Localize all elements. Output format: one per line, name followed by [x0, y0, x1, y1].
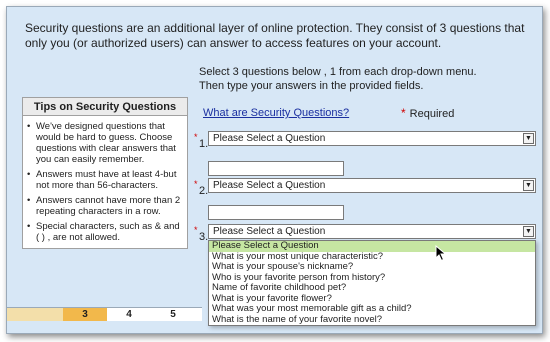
tip-item: Special characters, such as & and ( ) , …	[27, 221, 183, 243]
answer-1-input[interactable]	[208, 161, 344, 176]
pager-step-3[interactable]: 3	[63, 308, 107, 321]
question-3-number: * 3.	[194, 225, 209, 243]
answer-2-input[interactable]	[208, 205, 344, 220]
dropdown-arrow-icon: ▼	[523, 133, 534, 144]
tip-item: Answers cannot have more than 2 repeatin…	[27, 195, 183, 217]
question-1-select[interactable]: Please Select a Question ▼	[208, 131, 536, 146]
required-star-icon: *	[194, 225, 198, 235]
question-3-dropdown-menu: Please Select a Question What is your mo…	[208, 240, 536, 326]
question-number-label: 2.	[199, 185, 209, 197]
dropdown-option[interactable]: What is the name of your favorite novel?	[209, 314, 535, 326]
dropdown-option[interactable]: Name of favorite childhood pet?	[209, 282, 535, 294]
pager-step-4[interactable]: 4	[107, 308, 151, 321]
question-3-select[interactable]: Please Select a Question ▼	[208, 224, 536, 239]
tip-item: We've designed questions that would be h…	[27, 121, 183, 165]
tips-list: We've designed questions that would be h…	[23, 116, 187, 243]
mouse-pointer-icon	[435, 245, 447, 262]
question-2-number: * 2.	[194, 179, 209, 197]
question-number-label: 3.	[199, 231, 209, 243]
step-pager: 3 4 5	[7, 307, 202, 321]
security-questions-panel: Security questions are an additional lay…	[6, 6, 543, 334]
required-star-icon: *	[194, 132, 198, 142]
question-2-select[interactable]: Please Select a Question ▼	[208, 178, 536, 193]
dropdown-option[interactable]: What was your most memorable gift as a c…	[209, 303, 535, 315]
required-label: Required	[409, 108, 455, 120]
dropdown-arrow-icon: ▼	[523, 180, 534, 191]
required-legend: * Required	[401, 106, 454, 120]
dropdown-option[interactable]: Please Select a Question	[209, 240, 535, 252]
what-are-security-questions-link[interactable]: What are Security Questions?	[203, 107, 349, 119]
instructions: Select 3 questions below , 1 from each d…	[199, 65, 529, 93]
instructions-line-2: Then type your answers in the provided f…	[199, 80, 424, 92]
question-3-selected-value: Please Select a Question	[213, 226, 326, 237]
question-2-selected-value: Please Select a Question	[213, 180, 326, 191]
pager-step-5[interactable]: 5	[151, 308, 195, 321]
instructions-line-1: Select 3 questions below , 1 from each d…	[199, 66, 477, 78]
dropdown-option[interactable]: What is your spouse's nickname?	[209, 261, 535, 273]
question-1-number: * 1.	[194, 132, 209, 150]
tips-box: Tips on Security Questions We've designe…	[22, 97, 188, 249]
required-star-icon: *	[194, 179, 198, 189]
required-star-icon: *	[401, 106, 406, 120]
tip-item: Answers must have at least 4-but not mor…	[27, 169, 183, 191]
question-1-selected-value: Please Select a Question	[213, 133, 326, 144]
intro-text: Security questions are an additional lay…	[25, 21, 525, 50]
tips-title: Tips on Security Questions	[23, 98, 187, 116]
question-number-label: 1.	[199, 138, 209, 150]
dropdown-arrow-icon: ▼	[523, 226, 534, 237]
pager-step-previous	[7, 308, 63, 321]
